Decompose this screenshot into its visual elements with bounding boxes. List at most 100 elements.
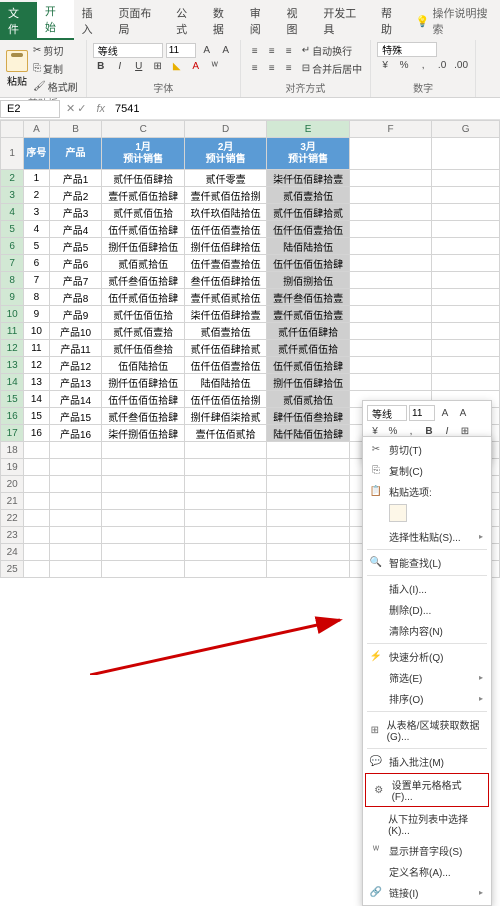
cell[interactable]: 伍佰陆拾伍: [102, 357, 184, 374]
cell[interactable]: [184, 476, 266, 493]
cell[interactable]: [102, 459, 184, 476]
cell[interactable]: 贰佰贰拾伍: [102, 255, 184, 272]
cell[interactable]: [184, 561, 266, 578]
name-box[interactable]: [0, 100, 60, 118]
cell[interactable]: 产品11: [49, 340, 102, 357]
font-color-button[interactable]: A: [188, 58, 204, 74]
cell[interactable]: 伍仟贰佰伍拾肆: [267, 357, 349, 374]
ctx-clear[interactable]: 清除内容(N): [363, 620, 491, 641]
ctx-link[interactable]: 🔗链接(I): [363, 882, 491, 903]
cell[interactable]: 2: [24, 187, 49, 204]
cell[interactable]: [432, 221, 500, 238]
ctx-insert[interactable]: 插入(I)...: [363, 578, 491, 599]
paste-option-default[interactable]: [389, 504, 407, 522]
cell[interactable]: 贰仟伍佰肆拾贰: [184, 340, 266, 357]
cell[interactable]: 壹仟贰佰贰拾伍: [184, 289, 266, 306]
mini-increase-font-icon[interactable]: A: [437, 405, 453, 421]
col-header-A[interactable]: A: [24, 121, 49, 138]
cell[interactable]: 16: [24, 425, 49, 442]
col-header-B[interactable]: B: [49, 121, 102, 138]
cell[interactable]: 伍仟伍佰伍拾肆: [102, 391, 184, 408]
row-header-12[interactable]: 12: [1, 340, 24, 357]
cell[interactable]: 贰仟零壹: [184, 170, 266, 187]
cell[interactable]: 柒仟伍佰肆拾壹: [184, 306, 266, 323]
cell[interactable]: 贰仟贰佰壹拾: [102, 323, 184, 340]
cell[interactable]: 贰仟伍佰肆拾: [267, 323, 349, 340]
cell[interactable]: 14: [24, 391, 49, 408]
cell[interactable]: [24, 442, 49, 459]
currency-icon[interactable]: ¥: [377, 57, 393, 73]
increase-decimal-icon[interactable]: .0: [434, 57, 450, 73]
cancel-icon[interactable]: ✕: [66, 102, 75, 115]
row-header-9[interactable]: 9: [1, 289, 24, 306]
border-button[interactable]: ⊞: [150, 58, 166, 74]
cell[interactable]: [49, 442, 102, 459]
cell[interactable]: 贰佰贰拾伍: [267, 391, 349, 408]
cell[interactable]: 产品4: [49, 221, 102, 238]
cell[interactable]: [24, 527, 49, 544]
align-center-icon[interactable]: ≡: [264, 60, 280, 76]
cell[interactable]: [102, 561, 184, 578]
row-header-7[interactable]: 7: [1, 255, 24, 272]
row-header-2[interactable]: 2: [1, 170, 24, 187]
cell[interactable]: 产品10: [49, 323, 102, 340]
cell[interactable]: [349, 187, 431, 204]
tab-home[interactable]: 开始: [37, 0, 74, 40]
row-header-14[interactable]: 14: [1, 374, 24, 391]
cell[interactable]: 捌仟肆佰柒拾贰: [184, 408, 266, 425]
cell[interactable]: 伍仟壹佰壹拾伍: [184, 255, 266, 272]
cell[interactable]: 9: [24, 306, 49, 323]
cell[interactable]: [432, 187, 500, 204]
cell[interactable]: [349, 255, 431, 272]
format-painter-button[interactable]: 🖌格式刷: [31, 78, 80, 95]
decrease-decimal-icon[interactable]: .00: [453, 57, 469, 73]
cell[interactable]: [24, 459, 49, 476]
row-header-4[interactable]: 4: [1, 204, 24, 221]
cell[interactable]: 15: [24, 408, 49, 425]
cell[interactable]: [24, 476, 49, 493]
row-header-10[interactable]: 10: [1, 306, 24, 323]
cell[interactable]: 7: [24, 272, 49, 289]
cell[interactable]: [432, 340, 500, 357]
header-prod[interactable]: 产品: [49, 138, 102, 170]
cell[interactable]: 壹仟伍佰贰拾: [184, 425, 266, 442]
cell[interactable]: 伍仟伍佰壹拾伍: [184, 357, 266, 374]
cell[interactable]: [184, 527, 266, 544]
cell[interactable]: [432, 357, 500, 374]
cell[interactable]: [184, 493, 266, 510]
cell[interactable]: [24, 510, 49, 527]
merge-center-button[interactable]: ⊟合并后居中: [300, 60, 364, 77]
header-m2[interactable]: 2月预计销售: [184, 138, 266, 170]
cell[interactable]: [49, 476, 102, 493]
row-header-5[interactable]: 5: [1, 221, 24, 238]
enter-icon[interactable]: ✓: [77, 102, 86, 115]
cell[interactable]: [432, 255, 500, 272]
cell[interactable]: [49, 561, 102, 578]
cell[interactable]: [432, 374, 500, 391]
cell[interactable]: [267, 510, 349, 527]
font-name-select[interactable]: [93, 43, 163, 58]
cell[interactable]: [49, 493, 102, 510]
tab-layout[interactable]: 页面布局: [110, 2, 168, 40]
cell[interactable]: 捌仟伍佰肆拾伍: [267, 374, 349, 391]
row-header-22[interactable]: 22: [1, 510, 24, 527]
number-format-select[interactable]: [377, 42, 437, 57]
cell[interactable]: [432, 170, 500, 187]
cell[interactable]: 产品14: [49, 391, 102, 408]
tab-insert[interactable]: 插入: [74, 2, 111, 40]
cell[interactable]: [349, 221, 431, 238]
row-header-21[interactable]: 21: [1, 493, 24, 510]
cell[interactable]: 3: [24, 204, 49, 221]
cell[interactable]: 捌仟伍佰肆拾伍: [184, 238, 266, 255]
cell[interactable]: [349, 340, 431, 357]
cell[interactable]: [49, 459, 102, 476]
cell[interactable]: 伍仟伍佰壹拾伍: [184, 221, 266, 238]
col-header-D[interactable]: D: [184, 121, 266, 138]
cell[interactable]: 产品2: [49, 187, 102, 204]
cell[interactable]: [349, 323, 431, 340]
cell[interactable]: 10: [24, 323, 49, 340]
worksheet[interactable]: ABCDEFG1序号产品1月预计销售2月预计销售3月预计销售21产品1贰仟伍佰肆…: [0, 120, 500, 578]
tab-formula[interactable]: 公式: [168, 2, 205, 40]
cell[interactable]: 贰仟伍佰伍拾: [102, 306, 184, 323]
cell[interactable]: [349, 374, 431, 391]
